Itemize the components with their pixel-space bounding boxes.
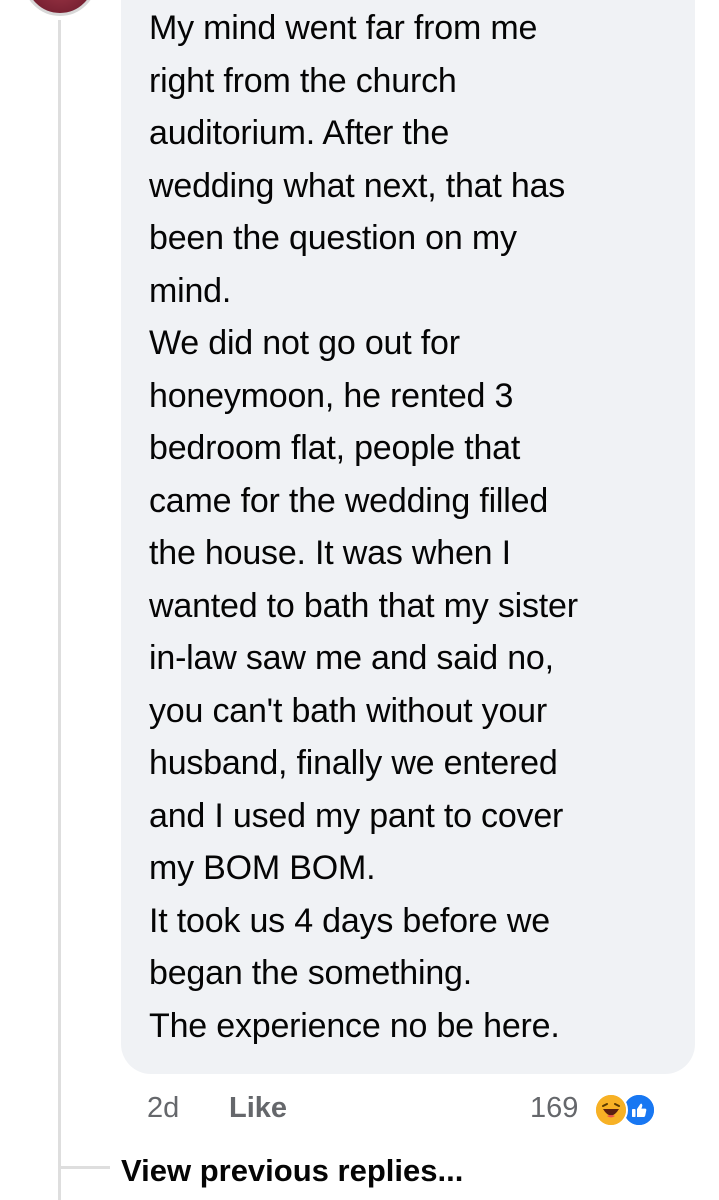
- avatar[interactable]: [23, 0, 97, 16]
- thread-line: [58, 20, 61, 1200]
- thread-connector: [58, 1166, 110, 1169]
- view-previous-replies-link[interactable]: View previous replies...: [121, 1153, 463, 1189]
- comment-thread: My mind went far from me right from the …: [0, 0, 719, 1200]
- comment-timestamp[interactable]: 2d: [147, 1092, 179, 1125]
- comment-body: My mind went far from me right from the …: [149, 9, 578, 1045]
- reaction-count[interactable]: 169: [530, 1092, 578, 1125]
- haha-icon: [594, 1093, 628, 1127]
- like-button[interactable]: Like: [229, 1092, 287, 1125]
- reaction-summary[interactable]: [594, 1093, 660, 1127]
